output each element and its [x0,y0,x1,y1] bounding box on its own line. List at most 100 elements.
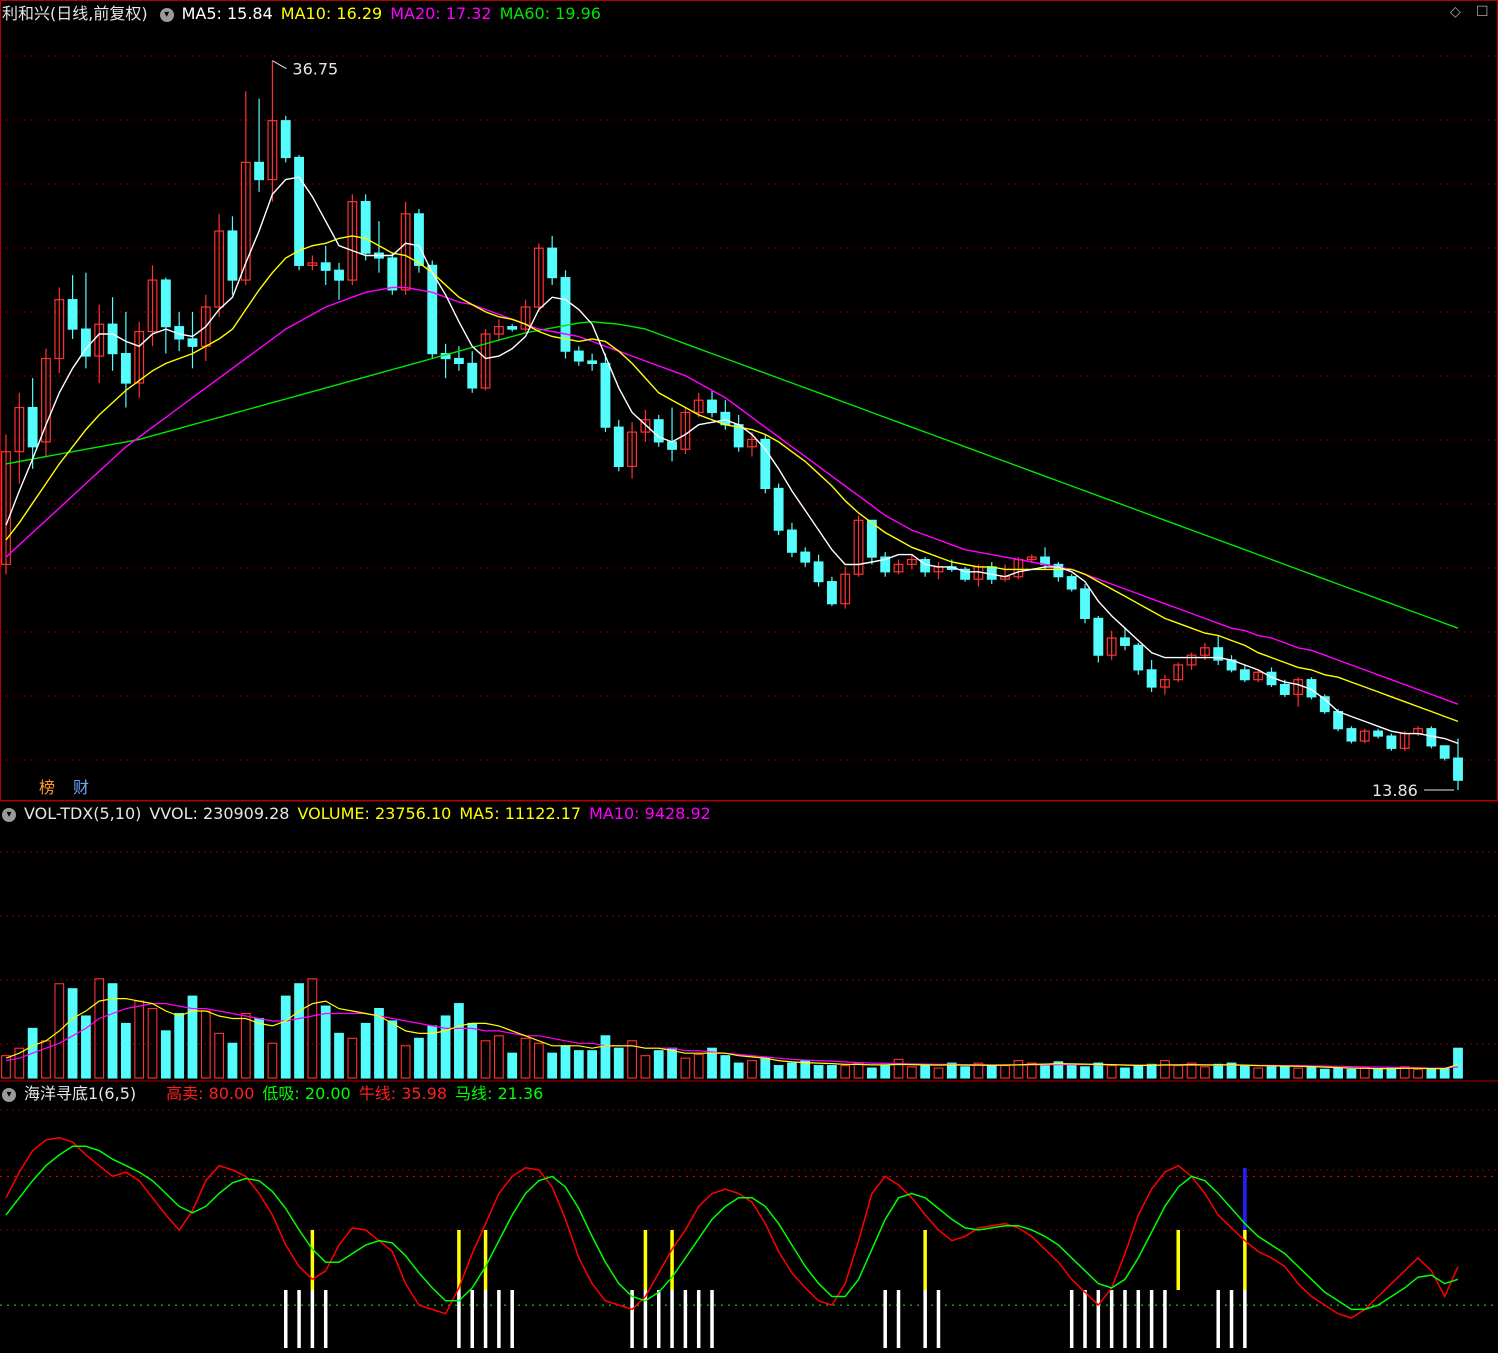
volume-bar [1359,1067,1370,1079]
grid-lines [0,55,1498,1231]
volume-bar [747,1060,757,1079]
finance-tag-button[interactable]: 财 [70,778,92,798]
volume-bar [174,1012,185,1079]
candle-body [1120,637,1130,646]
candle-body [1080,588,1090,619]
volume-indicator-name: VOL-TDX(5,10) [24,804,142,823]
indicator-signal-bars [0,1168,1498,1348]
gaomai-value: 高卖: 80.00 [166,1084,255,1103]
ma-indicator-line [5,1145,1459,1311]
volume-bar [1293,1067,1304,1079]
price-panel-header: 利和兴(日线,前复权) ▾ MA5: 15.84 MA10: 16.29 MA20: 1… [0,2,609,26]
volume-bar [1106,1065,1117,1079]
candle-body [227,230,238,281]
vvol-value: VVOL: 230909.28 [149,804,290,823]
volume-bar [760,1057,771,1079]
volume-bar [254,1017,264,1079]
volume-bar [827,1065,837,1079]
volume-bar [1066,1065,1077,1079]
volume-bar [933,1067,944,1079]
volume-dropdown-icon[interactable]: ▾ [2,807,16,822]
volume-bar [560,1045,571,1079]
volume-bar [813,1065,824,1079]
candle-body [1093,617,1104,656]
volume-bar [1120,1067,1130,1079]
ma20-line [5,286,1459,705]
volume-bar [986,1065,997,1079]
candle-body [1453,757,1463,781]
candle-body [27,406,38,448]
price-annotations: 36.75 13.86 [272,60,1454,800]
candle-body [187,338,198,347]
volume-bar [893,1058,904,1079]
volume-bar [787,1062,797,1079]
volume-bar [906,1066,917,1079]
diamond-icon[interactable]: ◇ [1450,4,1461,20]
candle-body [1146,669,1157,688]
candle-body [320,262,331,271]
candle-body [387,257,398,291]
ma10-line [5,235,1459,723]
niu-value: 牛线: 35.98 [358,1084,448,1103]
volume-bar [1200,1066,1210,1079]
candle-body [707,399,717,414]
candle-body [254,161,265,181]
indicator-lines [5,1136,1459,1319]
volume-bar [1439,1067,1450,1079]
volume-bar [214,1032,225,1079]
volume-bar [134,1000,145,1079]
candle-body [547,247,558,279]
volume-bar [1253,1067,1264,1079]
volume-bars [1,978,1463,1079]
volume-bar [1080,1066,1090,1079]
volume-bar [573,1050,584,1079]
high-marker-arrow [272,60,287,70]
volume-bar [1239,1065,1250,1079]
candle-body [1279,683,1290,695]
volume-bar [1319,1068,1330,1079]
volume-bar [147,1008,158,1079]
volume-bar [507,1052,518,1079]
volume-bar [1173,1065,1184,1079]
rank-tag-button[interactable]: 榜 [36,778,58,798]
volume-bar [467,1022,478,1079]
volume-bar [81,1015,91,1079]
candle-body [573,350,584,362]
volume-bar [454,1003,464,1079]
chart-canvas: 36.75 13.86 [0,0,1498,1348]
volume-bar [414,1037,424,1079]
square-icon[interactable]: ☐ [1476,4,1489,20]
volume-bar [1093,1062,1104,1079]
candle-body [1346,728,1357,742]
indicator-dropdown-icon[interactable]: ▾ [2,1087,16,1102]
ma60-value: MA60: 19.96 [499,4,601,23]
candle-body [826,581,837,605]
volume-bar [587,1050,598,1079]
ma-line-value: 马线: 21.36 [455,1084,544,1103]
volume-bar [360,1022,371,1079]
dropdown-toggle-icon[interactable]: ▾ [159,7,174,22]
candle-body [360,201,371,254]
volume-bar [41,1040,51,1079]
candle-body [414,213,424,266]
dixi-value: 低吸: 20.00 [262,1084,351,1103]
volume-bar [1266,1066,1277,1079]
volume-bar [107,983,118,1079]
volume-bar [1413,1068,1423,1079]
volume-bar [320,1005,331,1079]
candle-body [1133,644,1144,671]
volume-ma5-value: MA5: 11122.17 [459,804,582,823]
volume-bar [547,1052,558,1079]
indicator-panel-header: ▾ 海洋寻底1(6,5) 高卖: 80.00 低吸: 20.00 牛线: 35.98 马线… [0,1082,551,1106]
candle-body [467,362,478,389]
volume-value: VOLUME: 23756.10 [297,804,452,823]
volume-bar [1000,1065,1010,1079]
volume-bar [866,1067,877,1079]
volume-bar [440,1015,451,1079]
candle-body [1386,735,1397,749]
high-price-label: 36.75 [292,60,338,79]
volume-bar [1,1055,11,1079]
volume-bar [1013,1060,1024,1079]
volume-bar [840,1065,851,1079]
volume-bar [160,1030,171,1079]
